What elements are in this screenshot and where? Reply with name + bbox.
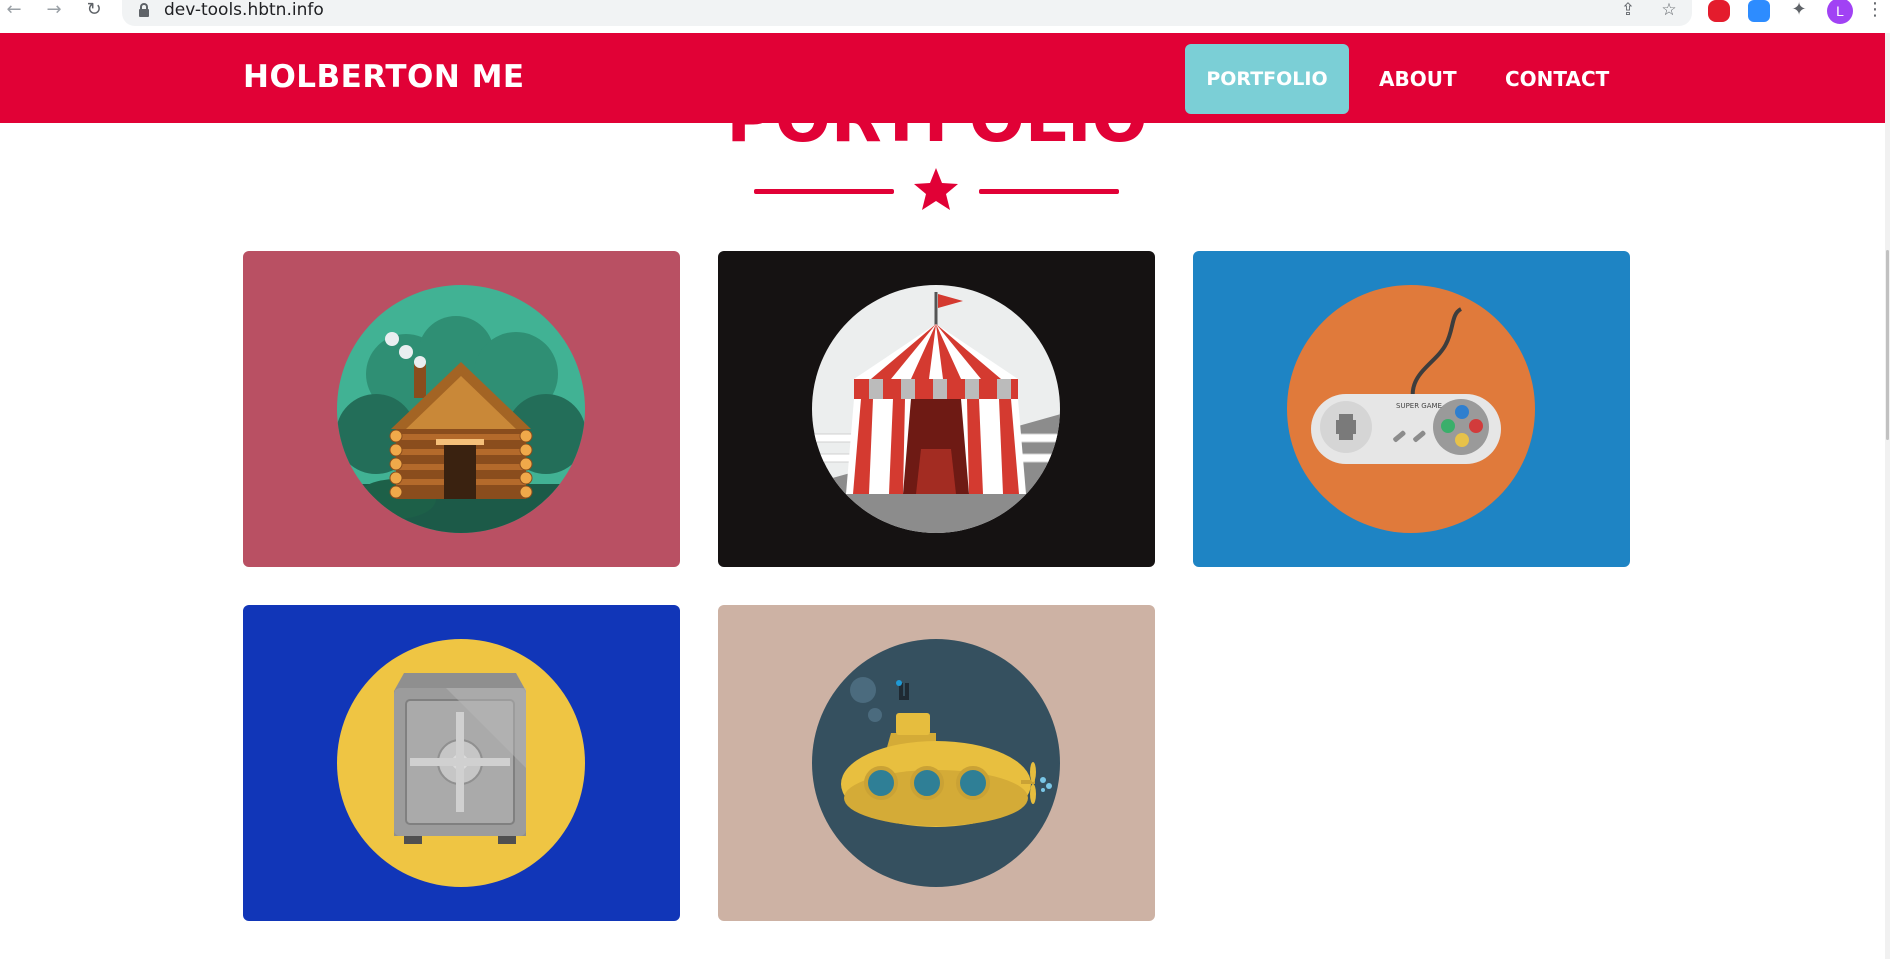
nav-contact[interactable]: CONTACT [1485,44,1629,114]
controller-text: SUPER GAME [1396,402,1442,410]
lock-icon[interactable] [139,3,149,17]
portfolio-item-circus[interactable] [718,251,1155,567]
portfolio-item-submarine[interactable] [718,605,1155,921]
site-header: HOLBERTON ME PORTFOLIO ABOUT CONTACT [0,33,1885,123]
back-arrow-icon[interactable]: ← [2,0,26,22]
nav-portfolio[interactable]: PORTFOLIO [1185,44,1349,114]
forward-arrow-icon[interactable]: → [42,0,66,22]
safe-icon [337,639,585,887]
page-scrollbar[interactable] [1885,33,1890,959]
extensions-puzzle-icon[interactable]: ✦ [1788,0,1810,22]
divider-line-left [754,189,894,194]
nav-about[interactable]: ABOUT [1359,44,1477,114]
game-controller-icon: SUPER GAME [1287,285,1535,533]
url-text[interactable]: dev-tools.hbtn.info [164,0,324,20]
brand-logo[interactable]: HOLBERTON ME [243,59,525,95]
scrollbar-thumb[interactable] [1886,250,1889,440]
star-icon [914,168,958,210]
bookmark-star-icon[interactable]: ☆ [1658,0,1680,20]
profile-avatar[interactable]: L [1827,0,1853,24]
zoom-extension-icon[interactable] [1748,0,1770,22]
adblock-extension-icon[interactable] [1708,0,1730,22]
browser-toolbar: ← → ↻ dev-tools.hbtn.info ⇪ ☆ ✦ L ⋮ [0,0,1890,33]
share-icon[interactable]: ⇪ [1617,0,1639,20]
portfolio-item-safe[interactable] [243,605,680,921]
portfolio-item-cabin[interactable] [243,251,680,567]
circus-tent-icon [812,285,1060,533]
address-bar[interactable]: dev-tools.hbtn.info ⇪ ☆ [122,0,1692,26]
log-cabin-icon [337,285,585,533]
submarine-icon [812,639,1060,887]
reload-icon[interactable]: ↻ [82,0,106,22]
divider-line-right [979,189,1119,194]
portfolio-item-controller[interactable]: SUPER GAME [1193,251,1630,567]
more-menu-icon[interactable]: ⋮ [1866,0,1884,20]
